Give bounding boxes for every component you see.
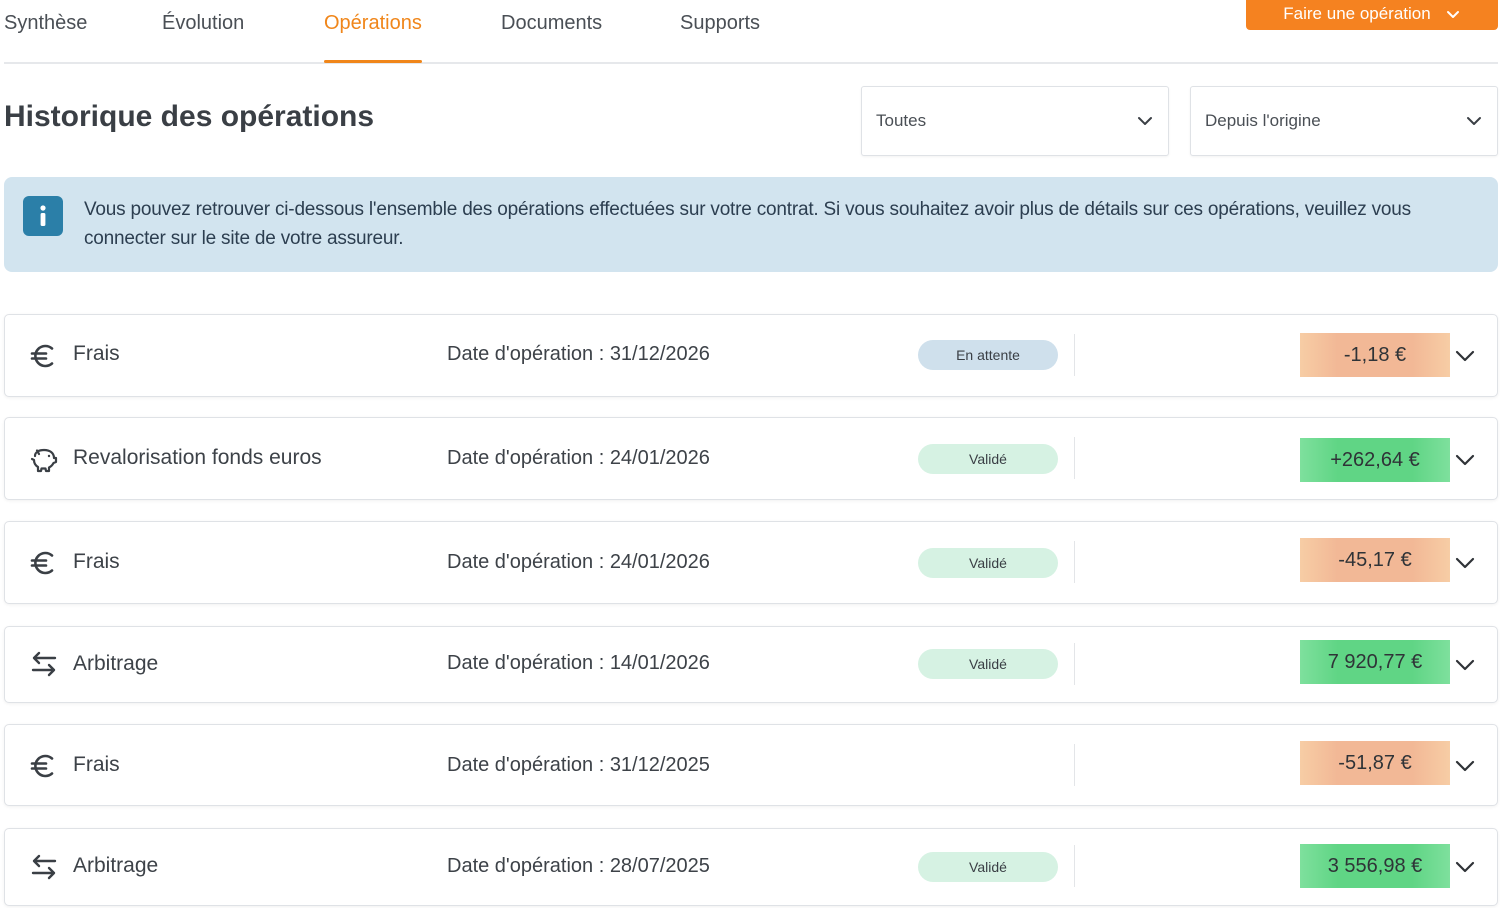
operation-date: Date d'opération : 24/01/2026 — [447, 447, 710, 469]
chevron-down-icon[interactable] — [1453, 653, 1477, 677]
euro-icon — [30, 754, 54, 778]
page-title: Historique des opérations — [4, 100, 375, 133]
chevron-down-icon[interactable] — [1453, 344, 1477, 368]
chevron-down-icon[interactable] — [1453, 551, 1477, 575]
operation-label: Arbitrage — [73, 854, 159, 877]
operation-amount: -1,18 € — [1300, 333, 1450, 377]
operation-row[interactable]: Frais Date d'opération : 31/12/2025 -51,… — [4, 724, 1498, 806]
tab-documents[interactable]: Documents — [501, 12, 602, 35]
divider — [1074, 334, 1075, 376]
operation-date: Date d'opération : 28/07/2025 — [447, 855, 710, 877]
operation-label: Frais — [73, 753, 120, 776]
divider — [1074, 643, 1075, 685]
make-operation-label: Faire une opération — [1283, 4, 1431, 23]
operation-date: Date d'opération : 14/01/2026 — [447, 652, 710, 674]
info-banner: Vous pouvez retrouver ci-dessous l'ensem… — [4, 177, 1498, 272]
operation-row[interactable]: Arbitrage Date d'opération : 14/01/2026 … — [4, 626, 1498, 703]
status-badge: En attente — [918, 340, 1058, 370]
chevron-down-icon[interactable] — [1453, 855, 1477, 879]
divider — [1074, 845, 1075, 887]
status-badge: Validé — [918, 444, 1058, 474]
tab-operations[interactable]: Opérations — [324, 12, 422, 63]
make-operation-button[interactable]: Faire une opération — [1246, 0, 1498, 30]
operation-label: Arbitrage — [73, 652, 159, 675]
operation-row[interactable]: Revalorisation fonds euros Date d'opérat… — [4, 417, 1498, 500]
euro-icon — [30, 344, 54, 368]
operation-amount: +262,64 € — [1300, 438, 1450, 482]
divider — [1074, 744, 1075, 786]
divider — [1074, 541, 1075, 583]
period-select[interactable]: Depuis l'origine — [1190, 86, 1498, 156]
tab-supports[interactable]: Supports — [680, 12, 760, 35]
operation-amount: 7 920,77 € — [1300, 640, 1450, 684]
operation-date: Date d'opération : 31/12/2026 — [447, 343, 710, 365]
tab-evolution[interactable]: Évolution — [162, 12, 244, 35]
operation-amount: 3 556,98 € — [1300, 844, 1450, 888]
operation-date: Date d'opération : 31/12/2025 — [447, 754, 710, 776]
status-badge: Validé — [918, 548, 1058, 578]
euro-icon — [30, 551, 54, 575]
operation-label: Frais — [73, 342, 120, 365]
operation-label: Frais — [73, 550, 120, 573]
operation-label: Revalorisation fonds euros — [73, 446, 322, 469]
status-badge: Validé — [918, 852, 1058, 882]
period-value: Depuis l'origine — [1205, 111, 1321, 130]
operation-amount: -45,17 € — [1300, 538, 1450, 582]
operation-row[interactable]: Frais Date d'opération : 24/01/2026 Vali… — [4, 521, 1498, 604]
arrows-swap-icon — [31, 651, 57, 677]
operation-row[interactable]: Frais Date d'opération : 31/12/2026 En a… — [4, 314, 1498, 397]
chevron-down-icon[interactable] — [1453, 754, 1477, 778]
piggy-bank-icon — [30, 448, 58, 473]
chevron-down-icon — [1467, 117, 1481, 125]
status-badge: Validé — [918, 649, 1058, 679]
chevron-down-icon — [1138, 117, 1152, 125]
operation-amount: -51,87 € — [1300, 741, 1450, 785]
operation-type-select[interactable]: Toutes — [861, 86, 1169, 156]
tab-synthese[interactable]: Synthèse — [4, 12, 87, 35]
operation-date: Date d'opération : 24/01/2026 — [447, 551, 710, 573]
operation-row[interactable]: Arbitrage Date d'opération : 28/07/2025 … — [4, 828, 1498, 906]
divider — [1074, 437, 1075, 479]
chevron-down-icon — [1446, 11, 1459, 18]
chevron-down-icon[interactable] — [1453, 448, 1477, 472]
info-icon — [23, 196, 63, 236]
arrows-swap-icon — [31, 854, 57, 880]
operation-type-value: Toutes — [876, 111, 927, 130]
info-text: Vous pouvez retrouver ci-dessous l'ensem… — [84, 199, 1411, 249]
